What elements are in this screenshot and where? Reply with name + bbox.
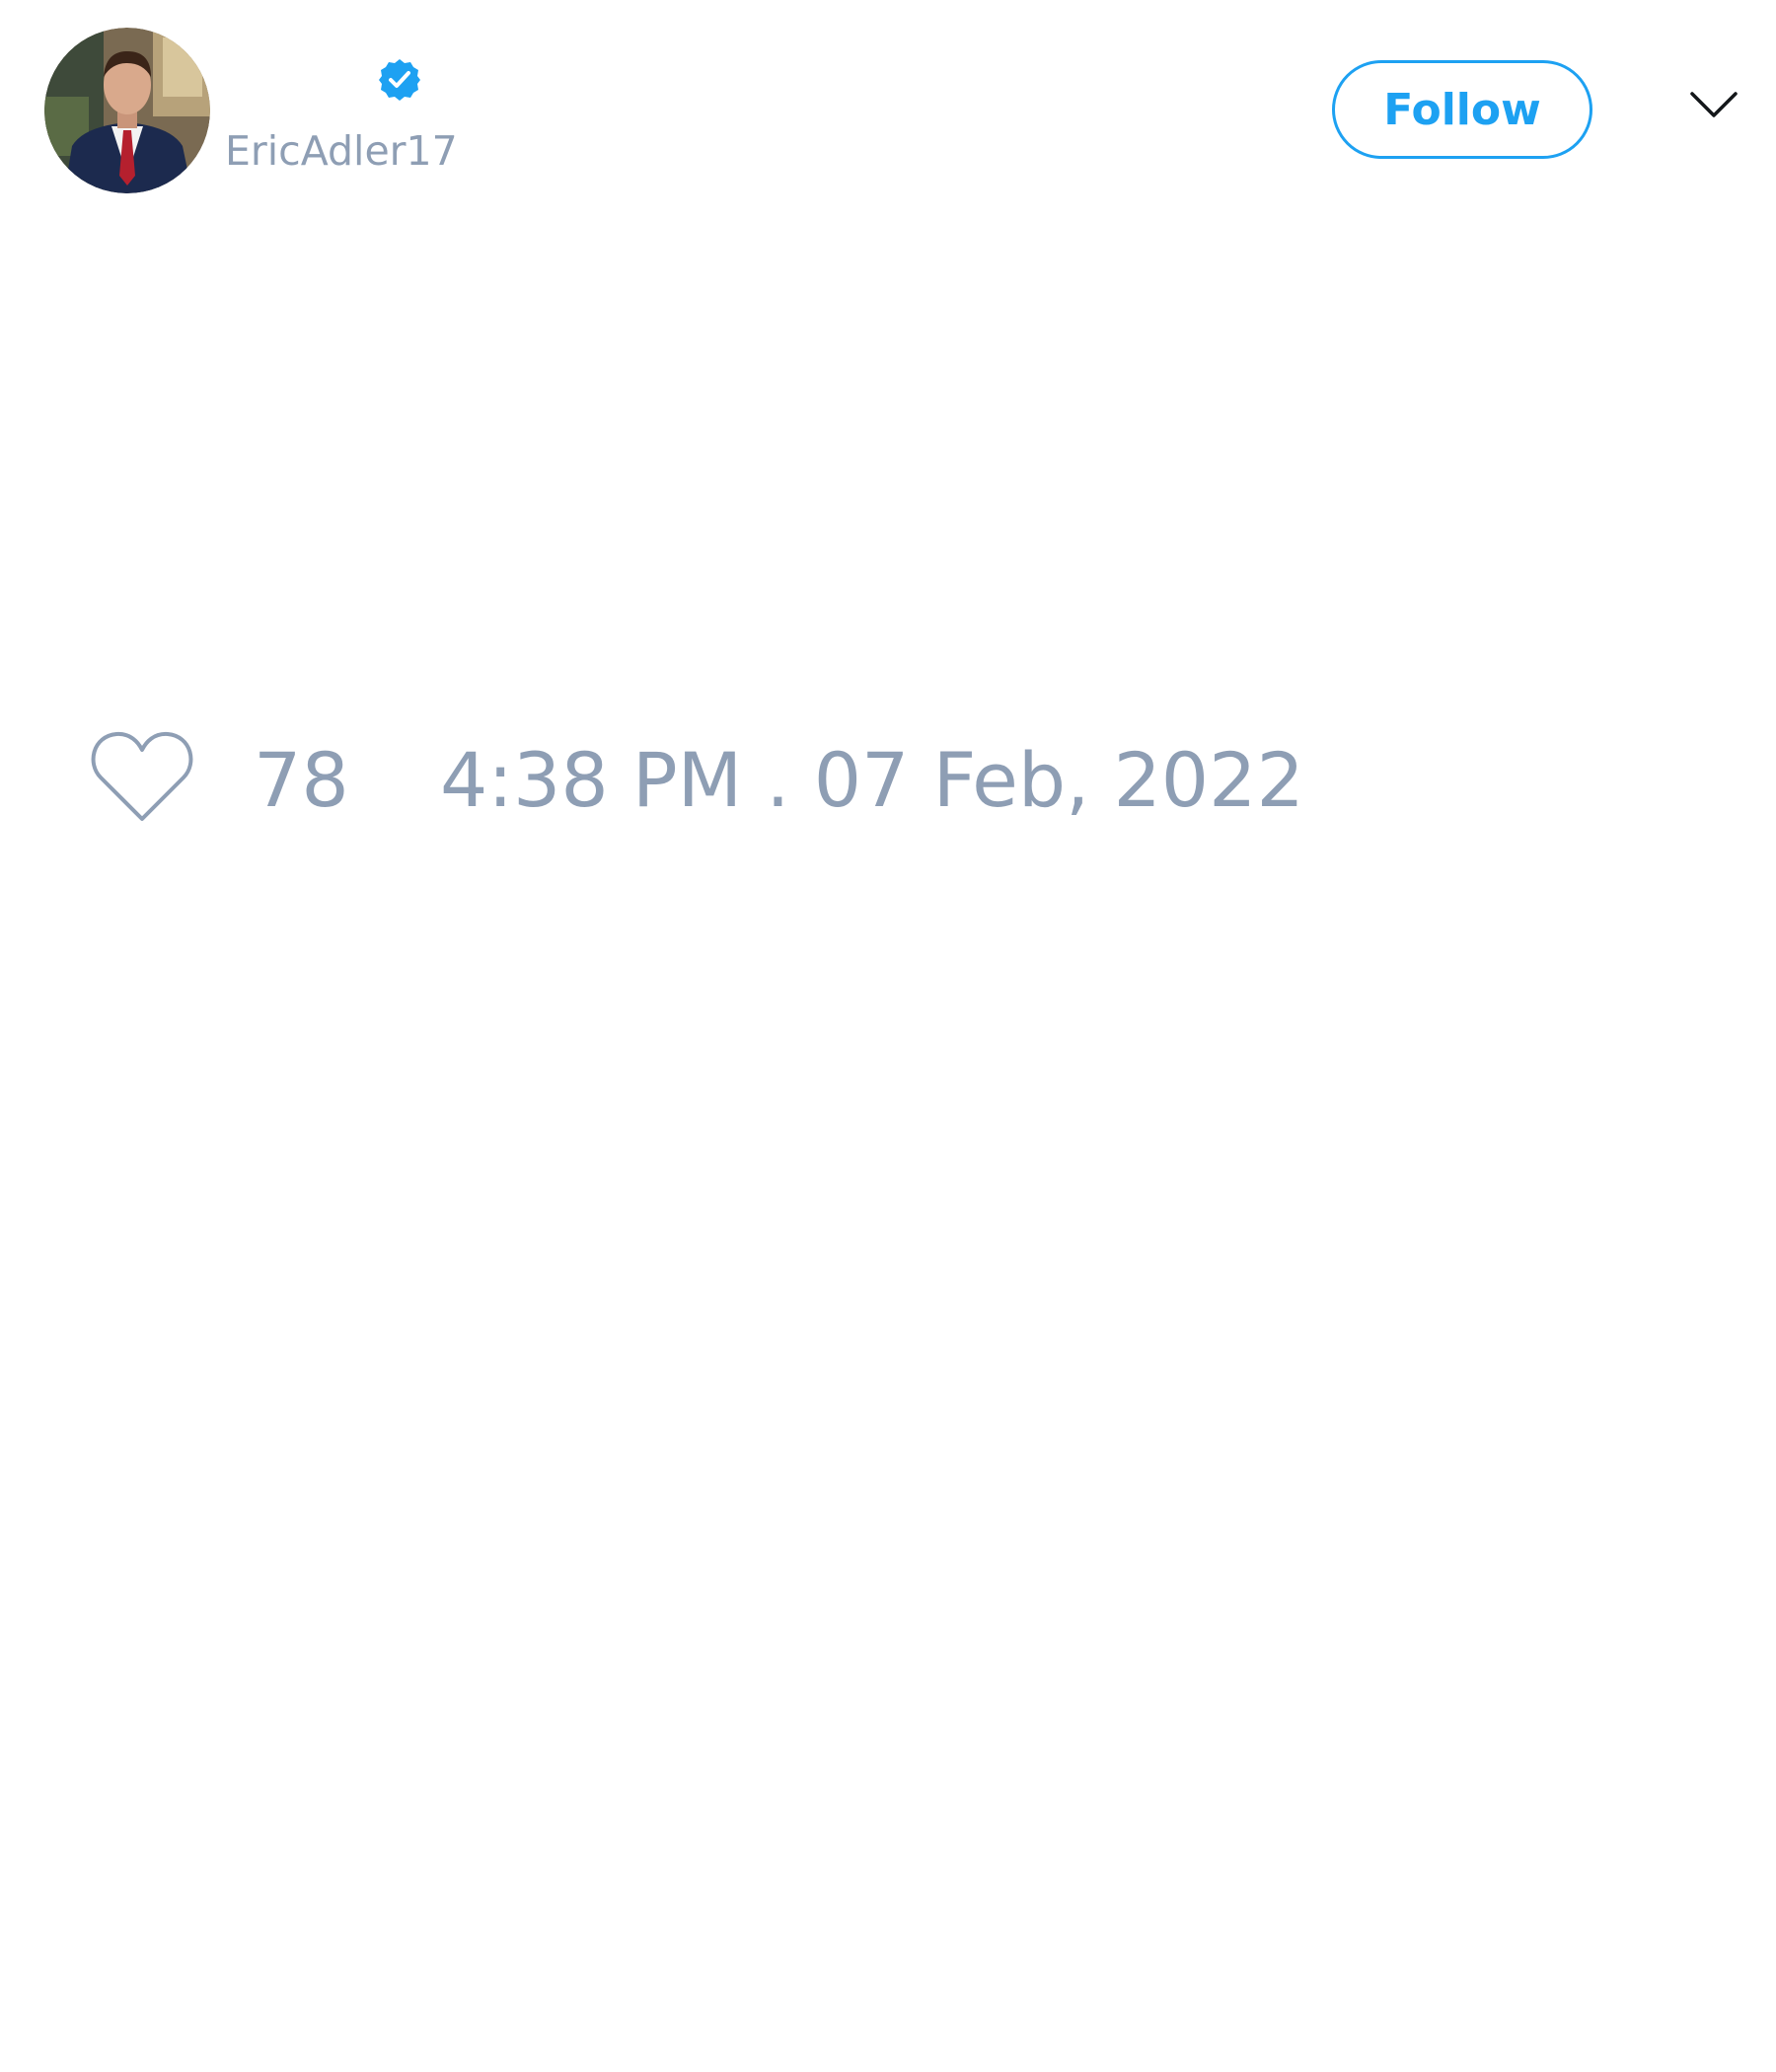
tweet-card: EricAdler17 Follow 78 4:38 PM . 07 Feb, … — [0, 0, 1776, 2072]
avatar[interactable] — [44, 28, 210, 193]
heart-icon[interactable] — [89, 728, 195, 827]
verified-badge-icon — [379, 59, 420, 101]
follow-button[interactable]: Follow — [1332, 60, 1592, 159]
profile-photo-icon — [44, 28, 210, 193]
tweet-timestamp[interactable]: 4:38 PM . 07 Feb, 2022 — [440, 736, 1304, 825]
user-handle[interactable]: EricAdler17 — [225, 126, 458, 176]
like-count: 78 — [254, 736, 349, 824]
chevron-down-icon[interactable] — [1689, 89, 1739, 122]
